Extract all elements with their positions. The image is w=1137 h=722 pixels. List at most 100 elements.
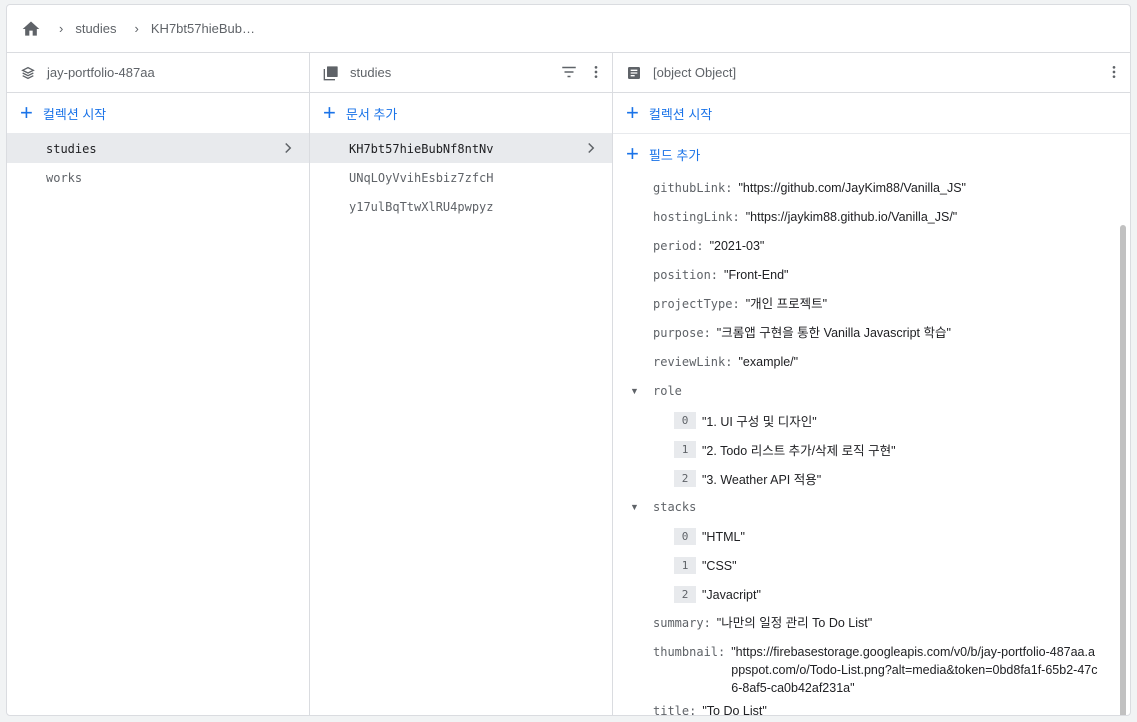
more-vert-icon[interactable] xyxy=(588,63,604,84)
field-row[interactable]: hostingLink: "https://jaykim88.github.io… xyxy=(613,203,1118,232)
field-row[interactable]: githubLink: "https://github.com/JayKim88… xyxy=(613,174,1118,203)
array-item[interactable]: 0 "1. UI 구성 및 디자인" xyxy=(613,406,1118,435)
array-value: "2. Todo 리스트 추가/삭제 로직 구현" xyxy=(702,444,896,458)
project-column: jay-portfolio-487aa + 컬렉션 시작 studies wor… xyxy=(7,53,310,715)
field-value: "크롬앱 구현을 통한 Vanilla Javascript 학습" xyxy=(716,326,951,340)
collection-column: studies + 문서 추가 KH7bt57hieBubNf8ntNv UNq… xyxy=(310,53,613,715)
array-index: 1 xyxy=(674,441,696,458)
field-key: summary: xyxy=(653,616,711,630)
field-row[interactable]: period: "2021-03" xyxy=(613,232,1118,261)
document-column-header: [object Object] xyxy=(613,53,1130,93)
array-item[interactable]: 2 "Javacript" xyxy=(613,580,1118,609)
add-field-button[interactable]: + 필드 추가 xyxy=(613,134,1130,174)
document-item[interactable]: KH7bt57hieBubNf8ntNv xyxy=(310,134,612,163)
field-key: title: xyxy=(653,704,697,715)
project-title: jay-portfolio-487aa xyxy=(47,65,155,80)
collection-label: works xyxy=(46,170,83,185)
breadcrumb-item-collection[interactable]: studies xyxy=(75,21,116,36)
array-value: "HTML" xyxy=(702,529,745,544)
collection-item-works[interactable]: works xyxy=(7,163,309,192)
field-key: githubLink: xyxy=(653,181,733,195)
filter-icon[interactable] xyxy=(560,63,578,84)
collection-title: studies xyxy=(350,65,392,80)
field-value: "2021-03" xyxy=(709,239,765,253)
firestore-icon xyxy=(20,64,38,82)
document-item[interactable]: y17ulBqTtwXlRU4pwpyz xyxy=(310,192,612,221)
field-row[interactable]: purpose: "크롬앱 구현을 통한 Vanilla Javascript … xyxy=(613,319,1118,348)
array-value: "CSS" xyxy=(702,558,737,573)
field-row[interactable]: summary: "나만의 일정 관리 To Do List" xyxy=(613,609,1118,638)
document-item[interactable]: UNqLOyVvihEsbiz7zfcH xyxy=(310,163,612,192)
plus-icon: + xyxy=(20,100,33,125)
chevron-right-icon xyxy=(279,139,297,160)
project-column-header: jay-portfolio-487aa xyxy=(7,53,309,93)
document-column: [object Object] + 컬렉션 시작 + 필드 추가 githubL… xyxy=(613,53,1130,715)
field-key: reviewLink: xyxy=(653,355,733,369)
field-row[interactable]: thumbnail: "https://firebasestorage.goog… xyxy=(613,638,1118,697)
field-value: "https://firebasestorage.googleapis.com/… xyxy=(731,645,1098,695)
plus-icon: + xyxy=(626,141,639,166)
document-label: y17ulBqTtwXlRU4pwpyz xyxy=(349,199,494,214)
firestore-data-viewer: › studies › KH7bt57hieBub… jay-portfolio… xyxy=(6,4,1131,716)
start-collection-button[interactable]: + 컬렉션 시작 xyxy=(7,93,309,134)
array-index: 2 xyxy=(674,586,696,603)
expand-arrow-icon[interactable]: ▼ xyxy=(630,382,639,400)
breadcrumb: › studies › KH7bt57hieBub… xyxy=(7,5,1130,53)
field-key: position: xyxy=(653,268,719,282)
field-row[interactable]: reviewLink: "example/" xyxy=(613,348,1118,377)
chevron-right-icon xyxy=(582,139,600,160)
collection-icon xyxy=(323,64,341,82)
field-key: role xyxy=(653,384,682,398)
array-value: "3. Weather API 적용" xyxy=(702,473,822,487)
collection-column-header: studies xyxy=(310,53,612,93)
array-index: 1 xyxy=(674,557,696,574)
breadcrumb-item-document[interactable]: KH7bt57hieBub… xyxy=(151,21,255,36)
array-value: "1. UI 구성 및 디자인" xyxy=(702,415,817,429)
add-document-label: 문서 추가 xyxy=(345,106,398,122)
chevron-right-icon: › xyxy=(134,21,139,36)
document-label: UNqLOyVvihEsbiz7zfcH xyxy=(349,170,494,185)
add-field-label: 필드 추가 xyxy=(648,147,701,163)
array-item[interactable]: 1 "2. Todo 리스트 추가/삭제 로직 구현" xyxy=(613,435,1118,464)
array-item[interactable]: 0 "HTML" xyxy=(613,522,1118,551)
field-value: "나만의 일정 관리 To Do List" xyxy=(716,616,873,630)
home-icon[interactable] xyxy=(21,19,41,39)
array-index: 0 xyxy=(674,412,696,429)
field-value: "개인 프로젝트" xyxy=(745,297,828,311)
field-row-stacks[interactable]: ▼ stacks xyxy=(613,493,1118,522)
field-row[interactable]: projectType: "개인 프로젝트" xyxy=(613,290,1118,319)
field-value: "example/" xyxy=(738,355,799,369)
collection-item-studies[interactable]: studies xyxy=(7,134,309,163)
field-value: "To Do List" xyxy=(702,704,767,715)
field-value: "https://github.com/JayKim88/Vanilla_JS" xyxy=(738,181,966,195)
chevron-right-icon: › xyxy=(59,21,64,36)
more-vert-icon[interactable] xyxy=(1106,63,1122,84)
start-collection-label: 컬렉션 시작 xyxy=(42,106,107,122)
field-row[interactable]: title: "To Do List" xyxy=(613,697,1118,715)
array-index: 0 xyxy=(674,528,696,545)
add-document-button[interactable]: + 문서 추가 xyxy=(310,93,612,134)
field-key: projectType: xyxy=(653,297,740,311)
field-key: purpose: xyxy=(653,326,711,340)
field-key: hostingLink: xyxy=(653,210,740,224)
field-key: period: xyxy=(653,239,704,253)
plus-icon: + xyxy=(626,100,639,125)
start-subcollection-button[interactable]: + 컬렉션 시작 xyxy=(613,93,1130,134)
array-item[interactable]: 2 "3. Weather API 적용" xyxy=(613,464,1118,493)
field-key: stacks xyxy=(653,500,697,514)
field-row[interactable]: position: "Front-End" xyxy=(613,261,1118,290)
field-key: thumbnail: xyxy=(653,645,726,659)
field-value: "https://jaykim88.github.io/Vanilla_JS/" xyxy=(745,210,958,224)
scrollbar[interactable] xyxy=(1120,225,1126,715)
array-item[interactable]: 1 "CSS" xyxy=(613,551,1118,580)
array-index: 2 xyxy=(674,470,696,487)
document-title: [object Object] xyxy=(653,65,737,80)
field-value: "Front-End" xyxy=(724,268,789,282)
field-list: githubLink: "https://github.com/JayKim88… xyxy=(613,174,1118,715)
start-subcollection-label: 컬렉션 시작 xyxy=(648,106,713,122)
field-row-role[interactable]: ▼ role xyxy=(613,377,1118,406)
collection-label: studies xyxy=(46,141,97,156)
array-value: "Javacript" xyxy=(702,587,761,602)
document-icon xyxy=(626,64,644,82)
expand-arrow-icon[interactable]: ▼ xyxy=(630,498,639,516)
